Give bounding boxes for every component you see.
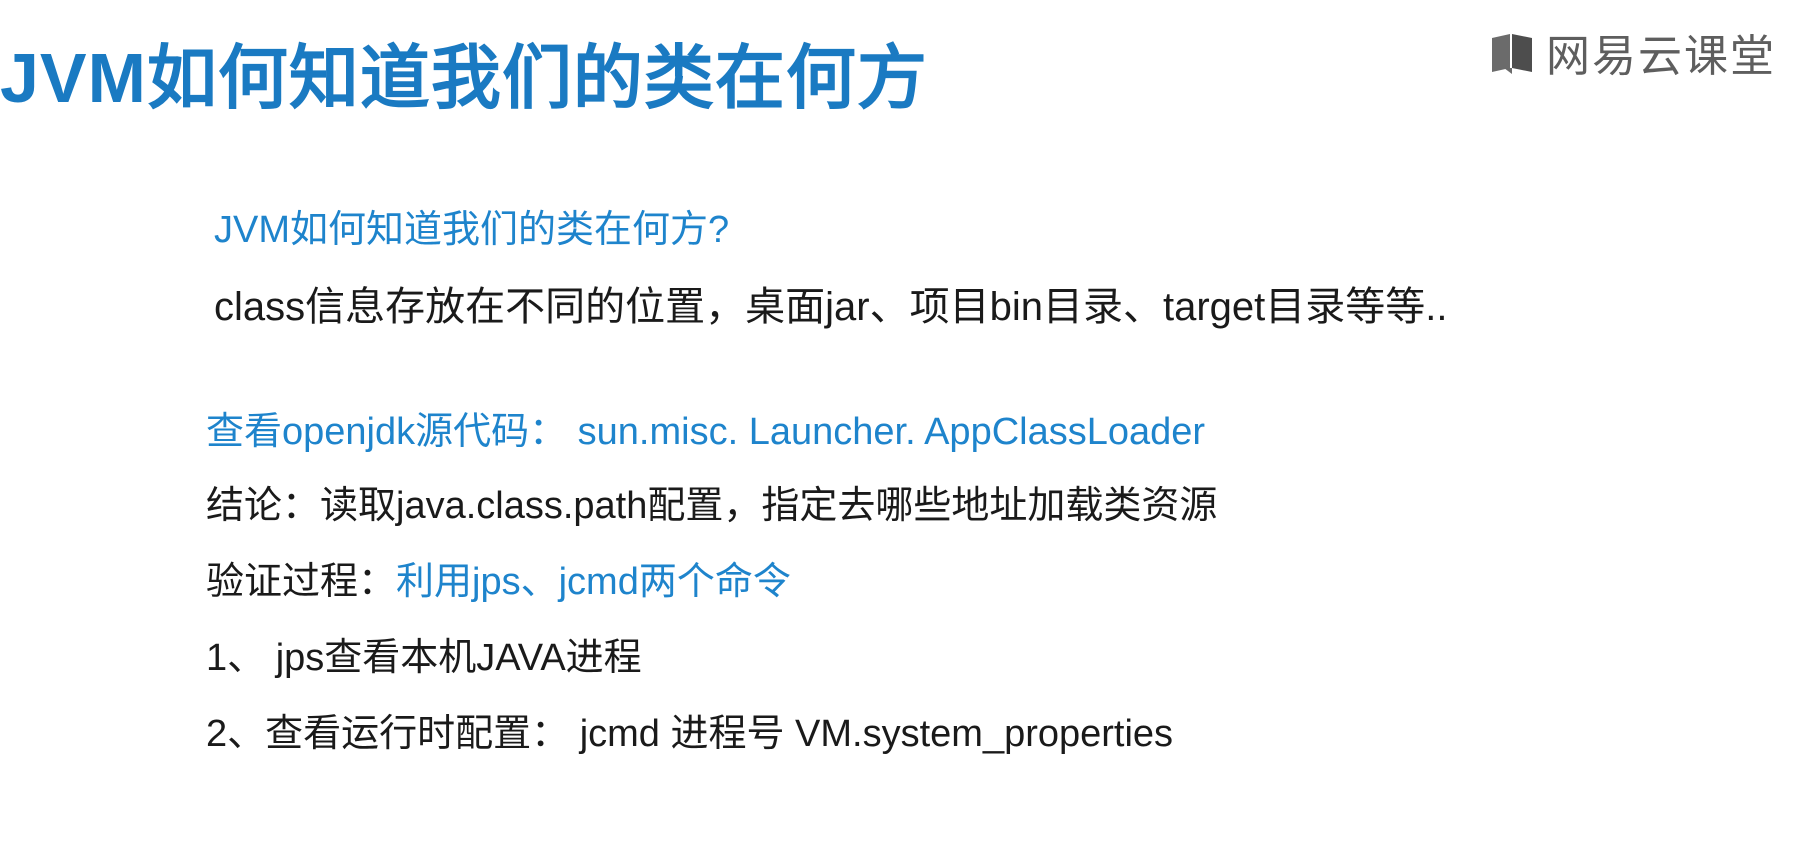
verify-label: 验证过程： bbox=[206, 561, 397, 603]
question-line: JVM如何知道我们的类在何方? bbox=[214, 209, 730, 251]
verify-line: 验证过程：利用jps、jcmd两个命令 bbox=[206, 550, 791, 605]
brand-logo: 网易云课堂 bbox=[1488, 22, 1776, 82]
conclusion-text: 读取java.class.path配置，指定去哪些地址加载类资源 bbox=[320, 485, 1218, 527]
conclusion-line: 结论：读取java.class.path配置，指定去哪些地址加载类资源 bbox=[206, 474, 1217, 529]
step-1: 1、 jps查看本机JAVA进程 bbox=[206, 637, 642, 679]
brand-name: 网易云课堂 bbox=[1546, 32, 1776, 81]
answer-line: class信息存放在不同的位置，桌面jar、项目bin目录、target目录等等… bbox=[214, 285, 1448, 329]
book-icon bbox=[1492, 34, 1532, 74]
conclusion-label: 结论： bbox=[206, 485, 321, 527]
source-code-line: 查看openjdk源代码： sun.misc. Launcher. AppCla… bbox=[206, 411, 1206, 453]
slide: JVM如何知道我们的类在何方 网易云课堂 JVM如何知道我们的类在何方? cla… bbox=[0, 0, 1794, 842]
verify-text: 利用jps、jcmd两个命令 bbox=[396, 561, 791, 603]
step-2: 2、查看运行时配置： jcmd 进程号 VM.system_properties bbox=[206, 713, 1174, 755]
slide-title: JVM如何知道我们的类在何方 bbox=[0, 39, 928, 117]
